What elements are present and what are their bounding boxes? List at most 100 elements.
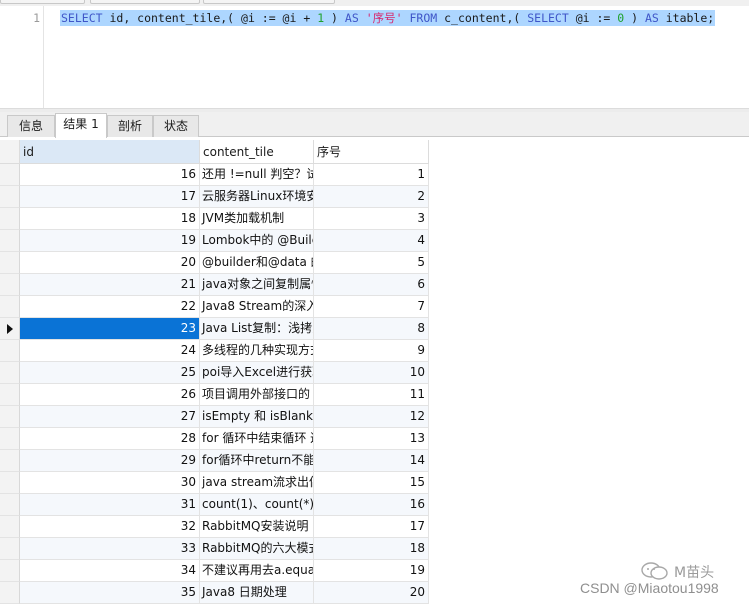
row-indicator[interactable] — [0, 472, 20, 494]
cell-id[interactable]: 23 — [20, 318, 200, 340]
sql-code-line[interactable]: SELECT id, content_tile,( @i := @i + 1 )… — [60, 10, 716, 26]
cell-id[interactable]: 18 — [20, 208, 200, 230]
table-row[interactable]: 21 java对象之间复制属性 6 — [0, 274, 429, 296]
cell-content-tile[interactable]: 不建议再用去a.equals — [200, 560, 314, 582]
cell-content-tile[interactable]: count(1)、count(*) 与 — [200, 494, 314, 516]
row-indicator[interactable] — [0, 186, 20, 208]
row-indicator[interactable] — [0, 450, 20, 472]
cell-content-tile[interactable]: for 循环中结束循环 这 — [200, 428, 314, 450]
cell-seq[interactable]: 19 — [314, 560, 429, 582]
table-row[interactable]: 34 不建议再用去a.equals 19 — [0, 560, 429, 582]
cell-seq[interactable]: 17 — [314, 516, 429, 538]
row-indicator[interactable] — [0, 164, 20, 186]
row-indicator[interactable] — [0, 494, 20, 516]
cell-id[interactable]: 28 — [20, 428, 200, 450]
row-indicator[interactable] — [0, 406, 20, 428]
cell-seq[interactable]: 6 — [314, 274, 429, 296]
cell-seq[interactable]: 20 — [314, 582, 429, 604]
cell-seq[interactable]: 5 — [314, 252, 429, 274]
table-row[interactable]: 29 for循环中return不能 14 — [0, 450, 429, 472]
row-indicator[interactable] — [0, 296, 20, 318]
column-header-seq[interactable]: 序号 — [314, 140, 429, 164]
cell-seq[interactable]: 9 — [314, 340, 429, 362]
table-row[interactable]: 16 还用 !=null 判空？试 1 — [0, 164, 429, 186]
cell-id[interactable]: 16 — [20, 164, 200, 186]
cell-content-tile[interactable]: Java8 Stream的深入 — [200, 296, 314, 318]
table-row[interactable]: 18 JVM类加载机制 3 — [0, 208, 429, 230]
table-row[interactable]: 27isEmpty 和 isBlank 的12 — [0, 406, 429, 428]
sql-editor[interactable]: 1 SELECT id, content_tile,( @i := @i + 1… — [0, 6, 749, 110]
cell-content-tile[interactable]: Lombok中的 @Builc — [200, 230, 314, 252]
table-row[interactable]: 33 RabbitMQ的六大模式 18 — [0, 538, 429, 560]
cell-id[interactable]: 29 — [20, 450, 200, 472]
table-row[interactable]: 20 @builder和@data 的5 — [0, 252, 429, 274]
cell-content-tile[interactable]: isEmpty 和 isBlank 的 — [200, 406, 314, 428]
top-combo-middle[interactable] — [90, 0, 200, 4]
cell-id[interactable]: 22 — [20, 296, 200, 318]
table-row[interactable]: 31count(1)、count(*) 与16 — [0, 494, 429, 516]
row-indicator[interactable] — [0, 582, 20, 604]
cell-id[interactable]: 34 — [20, 560, 200, 582]
row-indicator[interactable] — [0, 362, 20, 384]
cell-content-tile[interactable]: 项目调用外部接口的 — [200, 384, 314, 406]
cell-seq[interactable]: 3 — [314, 208, 429, 230]
tab-profile[interactable]: 剖析 — [107, 115, 153, 137]
cell-id[interactable]: 35 — [20, 582, 200, 604]
cell-id[interactable]: 20 — [20, 252, 200, 274]
cell-content-tile[interactable]: 还用 !=null 判空？试 — [200, 164, 314, 186]
column-header-content-tile[interactable]: content_tile — [200, 140, 314, 164]
cell-id[interactable]: 24 — [20, 340, 200, 362]
cell-content-tile[interactable]: java对象之间复制属性 — [200, 274, 314, 296]
cell-content-tile[interactable]: 多线程的几种实现方式 — [200, 340, 314, 362]
cell-seq[interactable]: 12 — [314, 406, 429, 428]
row-indicator[interactable] — [0, 428, 20, 450]
cell-id[interactable]: 26 — [20, 384, 200, 406]
cell-seq[interactable]: 4 — [314, 230, 429, 252]
table-row[interactable]: 26 项目调用外部接口的 11 — [0, 384, 429, 406]
cell-id[interactable]: 33 — [20, 538, 200, 560]
cell-id[interactable]: 30 — [20, 472, 200, 494]
cell-content-tile[interactable]: Java List复制：浅拷贝 — [200, 318, 314, 340]
row-indicator[interactable] — [0, 208, 20, 230]
top-combo-right[interactable] — [203, 0, 335, 4]
row-indicator[interactable] — [0, 516, 20, 538]
column-header-id[interactable]: id — [20, 140, 200, 164]
row-indicator[interactable] — [0, 252, 20, 274]
cell-id[interactable]: 17 — [20, 186, 200, 208]
table-row[interactable]: 35 Java8 日期处理 20 — [0, 582, 429, 604]
cell-id[interactable]: 31 — [20, 494, 200, 516]
cell-id[interactable]: 21 — [20, 274, 200, 296]
cell-content-tile[interactable]: RabbitMQ安装说明 — [200, 516, 314, 538]
cell-seq[interactable]: 2 — [314, 186, 429, 208]
cell-seq[interactable]: 8 — [314, 318, 429, 340]
row-indicator[interactable] — [0, 230, 20, 252]
cell-id[interactable]: 25 — [20, 362, 200, 384]
cell-seq[interactable]: 1 — [314, 164, 429, 186]
top-combo-left[interactable] — [0, 0, 85, 4]
tab-status[interactable]: 状态 — [153, 115, 199, 137]
table-row[interactable]: 19 Lombok中的 @Builc 4 — [0, 230, 429, 252]
cell-id[interactable]: 27 — [20, 406, 200, 428]
table-row[interactable]: 30 java stream流求出偶 15 — [0, 472, 429, 494]
cell-id[interactable]: 19 — [20, 230, 200, 252]
cell-content-tile[interactable]: RabbitMQ的六大模式 — [200, 538, 314, 560]
cell-content-tile[interactable]: JVM类加载机制 — [200, 208, 314, 230]
cell-seq[interactable]: 14 — [314, 450, 429, 472]
row-indicator[interactable] — [0, 340, 20, 362]
table-row[interactable]: 32 RabbitMQ安装说明 17 — [0, 516, 429, 538]
cell-seq[interactable]: 15 — [314, 472, 429, 494]
table-row[interactable]: 25 poi导入Excel进行获取 10 — [0, 362, 429, 384]
cell-content-tile[interactable]: 云服务器Linux环境安 — [200, 186, 314, 208]
cell-content-tile[interactable]: Java8 日期处理 — [200, 582, 314, 604]
cell-seq[interactable]: 13 — [314, 428, 429, 450]
tab-info[interactable]: 信息 — [7, 115, 55, 137]
row-indicator[interactable] — [0, 560, 20, 582]
cell-seq[interactable]: 16 — [314, 494, 429, 516]
row-indicator[interactable] — [0, 384, 20, 406]
row-indicator[interactable] — [0, 274, 20, 296]
cell-content-tile[interactable]: java stream流求出偶 — [200, 472, 314, 494]
cell-seq[interactable]: 10 — [314, 362, 429, 384]
row-indicator[interactable] — [0, 538, 20, 560]
cell-seq[interactable]: 18 — [314, 538, 429, 560]
table-row[interactable]: 24 多线程的几种实现方式 9 — [0, 340, 429, 362]
